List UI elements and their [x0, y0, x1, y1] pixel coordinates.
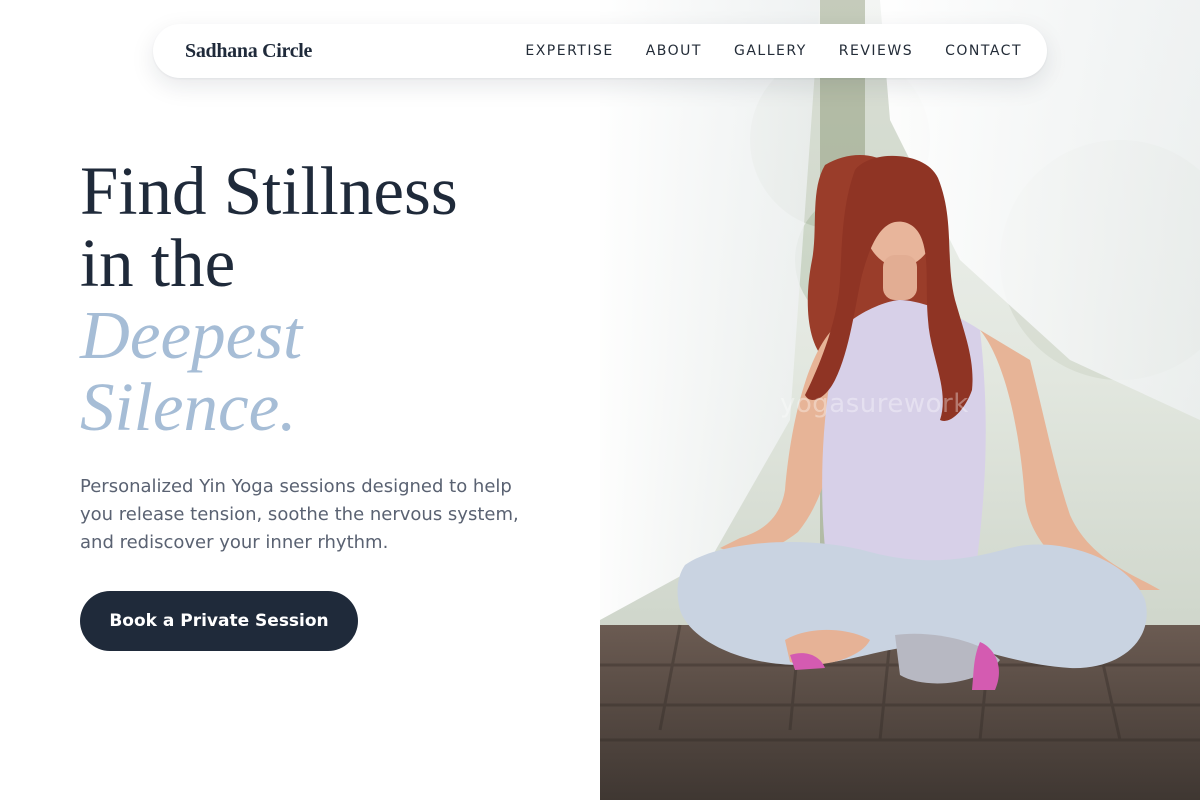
hero-description: Personalized Yin Yoga sessions designed …	[80, 476, 519, 553]
hero-headline: Find Stillness in the Deepest Silence.	[80, 155, 550, 443]
nav-link-contact[interactable]: CONTACT	[945, 43, 1022, 59]
nav-link-reviews[interactable]: REVIEWS	[839, 43, 913, 59]
headline-accent-2: Silence.	[80, 369, 297, 445]
nav-link-gallery[interactable]: GALLERY	[734, 43, 807, 59]
headline-line-1: Find Stillness	[80, 153, 458, 229]
book-session-button[interactable]: Book a Private Session	[80, 591, 358, 651]
nav-link-about[interactable]: ABOUT	[646, 43, 702, 59]
hero-image: yogasurework	[600, 0, 1200, 800]
headline-line-2: in the	[80, 225, 236, 301]
top-navigation: Sadhana Circle EXPERTISE ABOUT GALLERY R…	[153, 24, 1047, 78]
brand-logo[interactable]: Sadhana Circle	[185, 40, 312, 63]
headline-accent-1: Deepest	[80, 297, 303, 373]
nav-links: EXPERTISE ABOUT GALLERY REVIEWS CONTACT	[525, 43, 1022, 59]
nav-link-expertise[interactable]: EXPERTISE	[525, 43, 613, 59]
image-watermark: yogasurework	[780, 389, 969, 419]
hero-section: Find Stillness in the Deepest Silence. P…	[80, 155, 550, 651]
